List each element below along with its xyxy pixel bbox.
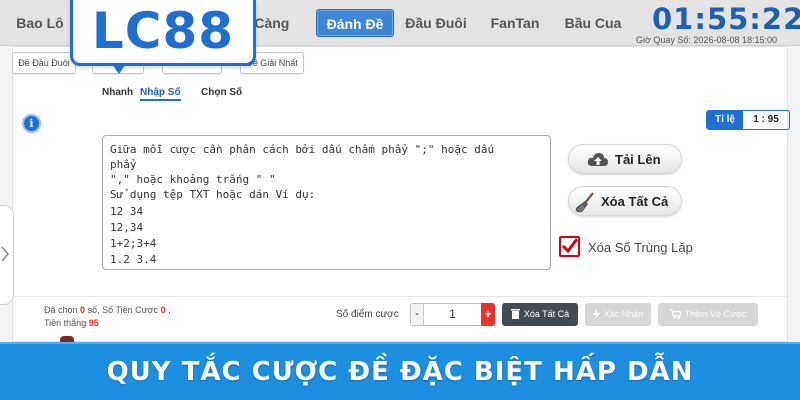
clear-all-button[interactable]: Xóa Tất Cả	[568, 186, 682, 216]
textarea-line: phẩy	[110, 158, 137, 171]
add-ticket-button[interactable]: Thêm Vé Cược	[658, 303, 758, 326]
textarea-line: "," hoặc khoảng trắng " "	[110, 173, 276, 186]
bet-amount-value: 0	[160, 305, 166, 315]
mode-nhap-so[interactable]: Nhập Số	[140, 87, 181, 101]
tab-dau-duoi[interactable]: Đầu Đuôi	[398, 9, 474, 37]
lightning-icon	[592, 309, 600, 319]
textarea-line: Sử dụng tệp TXT hoặc dán Ví dụ:	[110, 188, 316, 201]
textarea-line: 12 34	[110, 205, 144, 218]
chevron-right-icon	[1, 246, 9, 262]
clear-all-label: Xóa Tất Cả	[601, 194, 669, 209]
checkmark-icon	[561, 238, 579, 254]
odds-ratio-label: Tỉ lệ	[707, 111, 743, 129]
confirm-label: Xác Nhận	[603, 309, 644, 319]
upload-label: Tải Lên	[615, 152, 661, 167]
side-drawer-handle[interactable]	[0, 205, 14, 305]
textarea-line: 12,34	[110, 221, 144, 234]
decrement-button[interactable]: -	[411, 304, 424, 325]
selection-stats: Đã chọn 0 số, Số Tiền Cược 0 ,	[44, 305, 171, 315]
logo-pointer	[112, 64, 126, 74]
cart-icon	[669, 309, 682, 319]
textarea-line: 1+2;3+4	[110, 237, 157, 250]
odds-ratio: Tỉ lệ 1 : 95	[706, 110, 790, 130]
selected-count-label: Đã chọn	[44, 305, 78, 315]
divider	[12, 296, 788, 297]
tab-danh-de[interactable]: Đánh Đề	[316, 9, 394, 37]
textarea-line: Giữa mỗi cược cần phân cách bởi dấu chấm…	[110, 143, 495, 156]
trash-icon	[510, 309, 520, 319]
banner-title: QUY TẮC CƯỢC ĐỀ ĐẶC BIỆT HẤP DẪN	[106, 357, 694, 387]
bet-amount-separator: ,	[168, 305, 171, 315]
add-ticket-label: Thêm Vé Cược	[684, 309, 747, 319]
tab-bao-lo[interactable]: Bao Lô	[10, 9, 70, 37]
selected-count-value: 0	[80, 305, 86, 315]
confirm-button[interactable]: Xác Nhận	[585, 303, 651, 326]
bet-amount-label: Số Tiền Cược	[102, 305, 159, 315]
winnings-value: 95	[88, 318, 99, 328]
subtab-de-dau-duoi[interactable]: Đề Đầu Đuôi	[12, 52, 76, 74]
app-root: Bao Lô 3 Càng Đánh Đề Đầu Đuôi FanTan Bầ…	[0, 0, 800, 400]
winnings-label: Tiền thắng	[44, 318, 87, 328]
tab-bau-cua[interactable]: Bầu Cua	[556, 9, 630, 37]
tab-fantan[interactable]: FanTan	[480, 9, 550, 37]
bet-points-stepper: - 1 +	[410, 303, 495, 326]
logo-text: LC88	[91, 2, 235, 60]
draw-time-label: Giờ Quay Số: 2026-08-08 18:15:00	[636, 35, 777, 45]
info-icon[interactable]: i	[22, 114, 41, 133]
promo-banner: QUY TẮC CƯỢC ĐỀ ĐẶC BIỆT HẤP DẪN	[0, 342, 800, 400]
countdown-timer: 01:55:22	[652, 2, 800, 36]
odds-ratio-value: 1 : 95	[753, 114, 779, 125]
bet-numbers-textarea[interactable]: Giữa mỗi cược cần phân cách bởi dấu chấm…	[102, 135, 551, 270]
upload-button[interactable]: Tải Lên	[568, 144, 682, 174]
remove-duplicates-checkbox[interactable]	[559, 236, 580, 257]
remove-duplicates-label: Xóa Số Trùng Lặp	[588, 240, 693, 255]
mode-nhanh[interactable]: Nhanh	[102, 87, 133, 98]
winnings-stats: Tiền thắng 95	[44, 318, 99, 328]
textarea-line: 1.2 3.4	[110, 253, 157, 266]
bet-points-input[interactable]: 1	[424, 304, 481, 325]
lc88-logo: LC88	[70, 0, 256, 66]
bet-points-label: Số điểm cược	[336, 309, 399, 320]
clear-all-small-label: Xóa Tất Cả	[523, 309, 570, 319]
increment-button[interactable]: +	[481, 303, 495, 326]
broom-icon	[575, 192, 594, 213]
mode-chon-so[interactable]: Chọn Số	[201, 87, 242, 98]
cloud-upload-icon	[587, 153, 608, 166]
selected-count-unit: số,	[87, 305, 100, 315]
clear-all-small-button[interactable]: Xóa Tất Cả	[502, 303, 578, 326]
